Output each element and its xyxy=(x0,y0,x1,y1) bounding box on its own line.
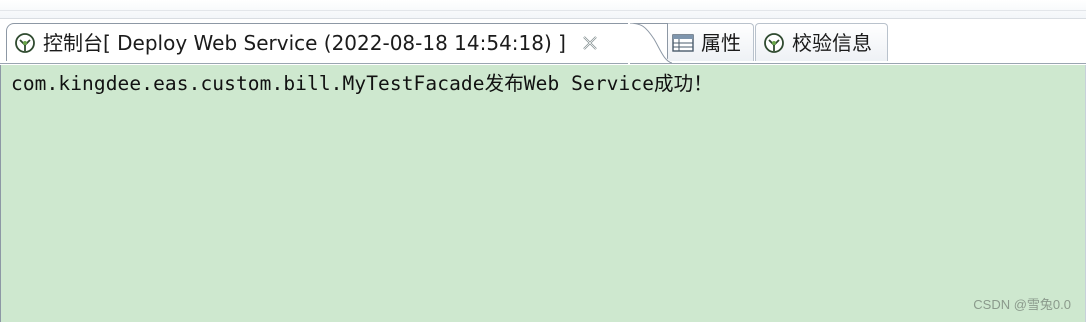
tab-validation[interactable]: 校验信息 xyxy=(755,23,888,61)
tab-properties[interactable]: 属性 xyxy=(664,23,754,61)
console-icon xyxy=(13,31,37,55)
console-output-line: com.kingdee.eas.custom.bill.MyTestFacade… xyxy=(11,72,713,95)
tab-validation-label: 校验信息 xyxy=(792,30,872,55)
close-icon[interactable] xyxy=(580,33,600,53)
view-tab-bar: 控制台[ Deploy Web Service (2022-08-18 14:5… xyxy=(0,19,1086,65)
validation-icon xyxy=(762,31,786,55)
console-output-area[interactable]: com.kingdee.eas.custom.bill.MyTestFacade… xyxy=(0,65,1086,322)
tab-console[interactable]: 控制台[ Deploy Web Service (2022-08-18 14:5… xyxy=(6,23,668,61)
tab-properties-label: 属性 xyxy=(701,30,741,55)
view-top-border xyxy=(0,0,1086,19)
watermark: CSDN @雪兔0.0 xyxy=(973,297,1071,312)
properties-table-icon xyxy=(671,31,695,55)
view-edge xyxy=(0,0,1086,11)
tab-bar-baseline xyxy=(0,63,1086,64)
tab-console-label: 控制台[ Deploy Web Service (2022-08-18 14:5… xyxy=(43,30,566,55)
tab-console-corner xyxy=(628,23,672,64)
